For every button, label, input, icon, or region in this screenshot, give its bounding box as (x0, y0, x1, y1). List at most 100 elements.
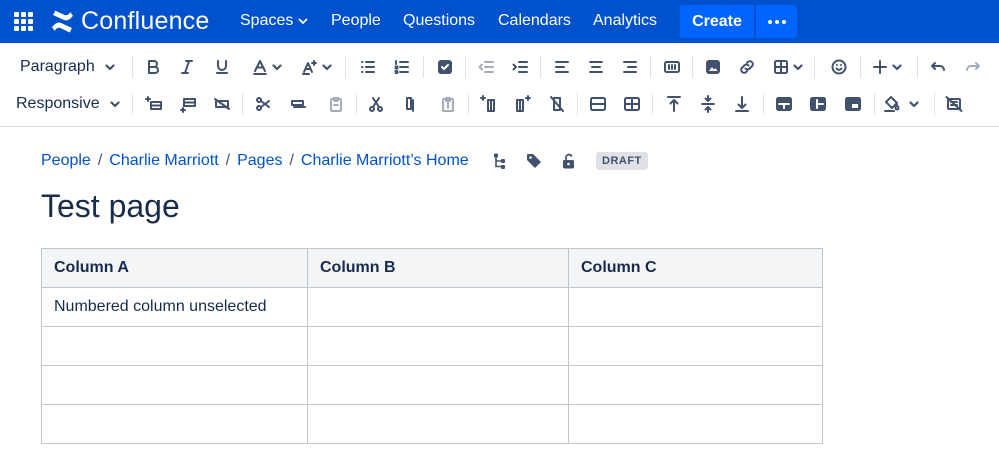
table-row (41, 404, 823, 444)
row-delete-icon (214, 98, 230, 110)
merge-cells-button[interactable] (587, 92, 609, 116)
column-insert-after-icon (516, 95, 531, 112)
text-color-button[interactable] (251, 55, 282, 79)
table-cell[interactable] (568, 287, 823, 327)
table-cell[interactable] (568, 326, 823, 366)
table-cell[interactable] (307, 365, 569, 405)
undo-button[interactable] (927, 55, 949, 79)
bullet-list-button[interactable] (357, 55, 379, 79)
insert-image-button[interactable] (702, 55, 724, 79)
column-delete-icon (550, 96, 564, 112)
table-cell[interactable]: Numbered column unselected (41, 287, 308, 327)
paste-column-icon (442, 97, 454, 112)
table-header-cell[interactable]: Column B (307, 248, 569, 288)
nav-analytics[interactable]: Analytics (593, 12, 657, 30)
paragraph-style-dropdown[interactable]: Paragraph (20, 55, 115, 79)
task-list-button[interactable] (434, 55, 456, 79)
more-formatting-button[interactable] (301, 55, 332, 79)
italic-button[interactable] (176, 55, 198, 79)
delete-row-button[interactable] (211, 92, 233, 116)
page-location-icon[interactable] (491, 152, 509, 170)
bold-button[interactable] (142, 55, 164, 79)
header-row-button[interactable] (773, 92, 795, 116)
outdent-button[interactable] (475, 55, 497, 79)
breadcrumb-home[interactable]: Charlie Marriott’s Home (301, 152, 469, 170)
label-tag-icon[interactable] (525, 152, 543, 170)
table-cell[interactable] (307, 287, 569, 327)
table-header-cell[interactable]: Column A (41, 248, 308, 288)
align-center-icon (589, 61, 603, 73)
insert-column-after-button[interactable] (512, 92, 534, 116)
table-cell[interactable] (307, 326, 569, 366)
nav-questions[interactable]: Questions (403, 12, 475, 30)
numbered-list-button[interactable] (391, 55, 413, 79)
app-switcher-icon[interactable] (14, 12, 33, 31)
align-top-button[interactable] (663, 92, 685, 116)
align-center-button[interactable] (585, 55, 607, 79)
scissors-row-icon (256, 97, 270, 111)
insert-column-before-button[interactable] (478, 92, 500, 116)
insert-row-before-button[interactable] (143, 92, 165, 116)
indent-button[interactable] (509, 55, 531, 79)
copy-column-button[interactable] (399, 92, 421, 116)
restrictions-unlock-icon[interactable] (560, 152, 578, 170)
underline-button[interactable] (211, 55, 233, 79)
nav-calendars[interactable]: Calendars (498, 12, 571, 30)
cut-row-button[interactable] (253, 92, 275, 116)
paste-row-button[interactable] (325, 92, 347, 116)
nav-spaces[interactable]: Spaces (240, 12, 308, 30)
cell-color-button[interactable] (883, 92, 919, 116)
insert-table-button[interactable] (772, 55, 803, 79)
numbered-column-icon (845, 97, 861, 111)
link-icon (740, 60, 754, 74)
confluence-logo-icon (52, 10, 73, 32)
align-bottom-button[interactable] (731, 92, 753, 116)
page-layout-button[interactable] (661, 55, 683, 79)
cut-column-button[interactable] (365, 92, 387, 116)
chevron-down-icon (892, 64, 902, 71)
header-column-button[interactable] (807, 92, 829, 116)
table-cell[interactable] (307, 404, 569, 444)
breadcrumb-pages[interactable]: Pages (237, 152, 282, 170)
emoji-icon (831, 59, 847, 75)
split-cells-button[interactable] (621, 92, 643, 116)
more-create-options-button[interactable] (756, 5, 797, 38)
insert-emoji-button[interactable] (828, 55, 850, 79)
toolbar-divider (652, 93, 653, 115)
clear-formatting-icon (302, 60, 317, 75)
align-middle-button[interactable] (697, 92, 719, 116)
table-cell[interactable] (41, 365, 308, 405)
insert-more-button[interactable] (871, 55, 902, 79)
table-cell[interactable] (568, 404, 823, 444)
table-row (41, 326, 823, 366)
delete-table-button[interactable] (943, 92, 965, 116)
delete-column-button[interactable] (546, 92, 568, 116)
insert-link-button[interactable] (736, 55, 758, 79)
align-left-button[interactable] (551, 55, 573, 79)
paste-column-button[interactable] (437, 92, 459, 116)
breadcrumb-people[interactable]: People (41, 152, 91, 170)
header-row-icon (776, 97, 792, 111)
breadcrumb-user[interactable]: Charlie Marriott (109, 152, 218, 170)
table-cell[interactable] (41, 326, 308, 366)
scissors-column-icon (369, 97, 383, 112)
numbered-column-button[interactable] (842, 92, 864, 116)
align-right-button[interactable] (619, 55, 641, 79)
table-cell[interactable] (568, 365, 823, 405)
create-button[interactable]: Create (680, 5, 754, 38)
toolbar-divider (814, 56, 815, 78)
confluence-logo[interactable]: Confluence (50, 6, 209, 36)
chevron-down-icon (909, 101, 919, 108)
toolbar-divider (763, 93, 764, 115)
table-width-dropdown[interactable]: Responsive (16, 92, 120, 116)
copy-row-button[interactable] (287, 92, 309, 116)
redo-button[interactable] (962, 55, 984, 79)
toolbar-divider (650, 56, 651, 78)
table-header-cell[interactable]: Column C (568, 248, 823, 288)
more-dot (774, 19, 779, 24)
page-title[interactable]: Test page (41, 188, 180, 225)
align-left-icon (555, 61, 569, 73)
table-cell[interactable] (41, 404, 308, 444)
insert-row-after-button[interactable] (177, 92, 199, 116)
nav-people[interactable]: People (331, 12, 381, 30)
